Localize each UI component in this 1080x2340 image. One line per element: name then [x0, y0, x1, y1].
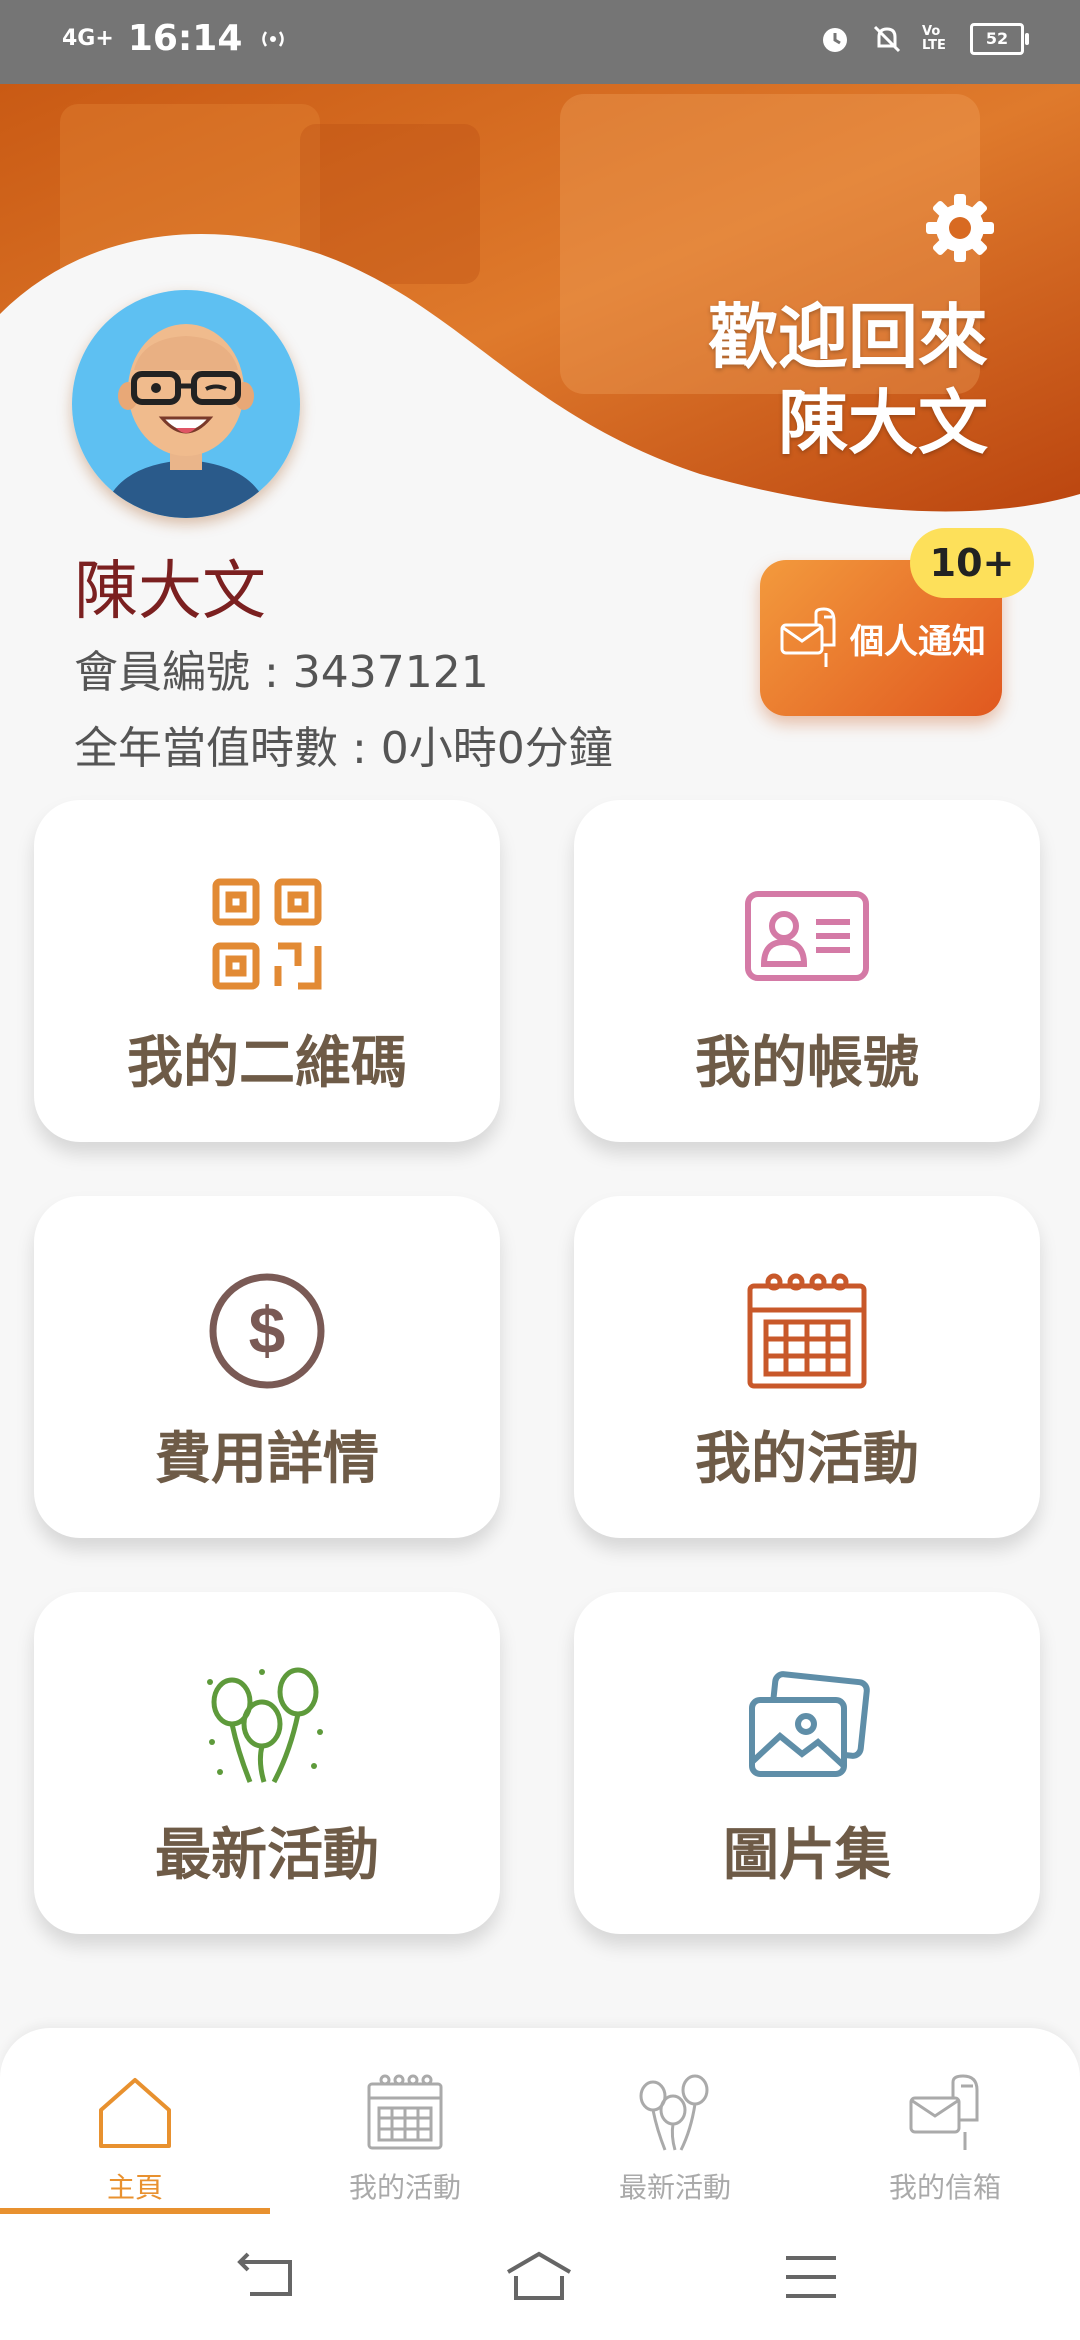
- nav-home[interactable]: 主頁: [0, 2048, 270, 2218]
- gallery-label: 圖片集: [723, 1823, 891, 1888]
- nav-my-activities-label: 我的活動: [348, 2171, 461, 2204]
- welcome-line-1: 歡迎回來: [708, 296, 988, 378]
- my-activities-label: 我的活動: [695, 1427, 919, 1492]
- alarm-icon: [823, 28, 847, 52]
- volte-indicator: Vo LTE: [922, 24, 946, 53]
- balloons-icon: [639, 2074, 709, 2151]
- nav-mailbox[interactable]: 我的信箱: [810, 2048, 1080, 2218]
- dollar-icon: $: [209, 1273, 325, 1389]
- qr-code-label: 我的二維碼: [127, 1031, 407, 1096]
- nav-mailbox-label: 我的信箱: [888, 2171, 1001, 2204]
- user-name: 陳大文: [74, 555, 266, 629]
- my-activities-card[interactable]: 我的活動: [574, 1196, 1040, 1538]
- system-navigation-bar: [0, 2214, 1080, 2340]
- network-indicator: 4G+: [62, 25, 114, 51]
- mailbox-icon: [909, 2074, 979, 2150]
- mailbox-icon: [780, 607, 836, 667]
- welcome-name: 陳大文: [778, 382, 988, 464]
- menu-icon[interactable]: [776, 2250, 846, 2304]
- qr-code-card[interactable]: 我的二維碼: [34, 800, 500, 1142]
- my-account-card[interactable]: 我的帳號: [574, 800, 1040, 1142]
- qr-code-icon: [212, 878, 322, 990]
- home-icon: [99, 2078, 171, 2148]
- nav-home-label: 主頁: [106, 2171, 163, 2204]
- bottom-navigation: 主頁 我的活動 最新活動 我的信箱: [0, 2028, 1080, 2218]
- service-hours: 全年當值時數 : 0小時0分鐘: [74, 723, 613, 774]
- balloons-icon: [207, 1667, 323, 1784]
- hotspot-icon: [262, 30, 285, 47]
- my-account-label: 我的帳號: [695, 1031, 919, 1096]
- notification-badge: 10+: [910, 528, 1034, 598]
- gallery-icon: [749, 1671, 870, 1777]
- mute-icon: [873, 25, 901, 53]
- personal-notification-label: 個人通知: [850, 621, 986, 662]
- fee-details-card[interactable]: $ 費用詳情: [34, 1196, 500, 1538]
- latest-activities-label: 最新活動: [155, 1823, 379, 1888]
- avatar-illustration: [72, 290, 300, 518]
- avatar[interactable]: [72, 290, 300, 518]
- nav-latest-activities-label: 最新活動: [618, 2171, 731, 2204]
- svg-text:$: $: [249, 1293, 286, 1367]
- home-button-icon[interactable]: [504, 2250, 574, 2304]
- gear-icon[interactable]: [922, 190, 998, 266]
- nav-my-activities[interactable]: 我的活動: [270, 2048, 540, 2218]
- gallery-card[interactable]: 圖片集: [574, 1592, 1040, 1934]
- fee-details-label: 費用詳情: [155, 1427, 379, 1492]
- nav-latest-activities[interactable]: 最新活動: [540, 2048, 810, 2218]
- id-card-icon: [745, 891, 869, 981]
- calendar-icon: [747, 1273, 867, 1389]
- status-bar: 4G+ 16:14 Vo LTE 52: [0, 0, 1080, 84]
- latest-activities-card[interactable]: 最新活動: [34, 1592, 500, 1934]
- welcome-text: 歡迎回來 陳大文: [708, 294, 988, 466]
- status-time: 16:14: [127, 18, 243, 59]
- battery-indicator: 52: [970, 23, 1029, 55]
- calendar-icon: [367, 2074, 443, 2150]
- member-number: 會員編號 : 3437121: [74, 647, 489, 698]
- back-icon[interactable]: [234, 2250, 304, 2304]
